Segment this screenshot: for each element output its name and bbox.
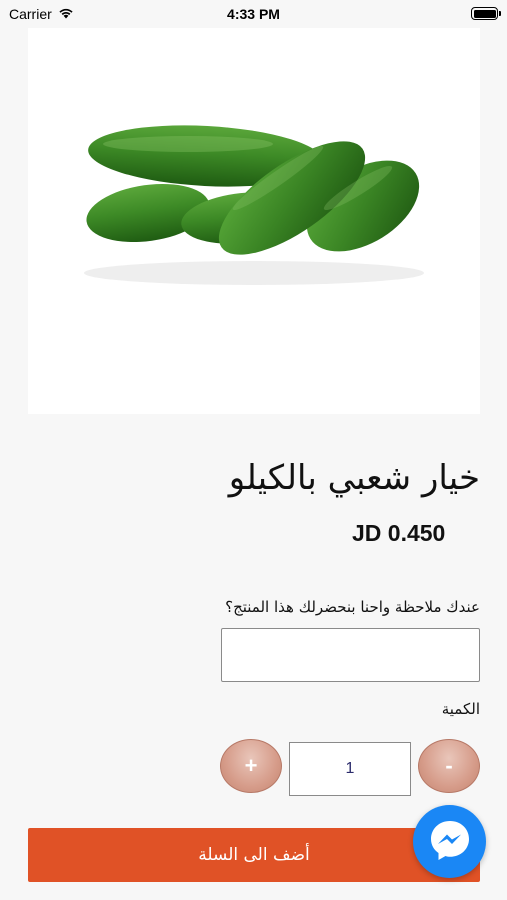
add-to-cart-label: أضف الى السلة [198,845,310,865]
note-input[interactable] [221,628,480,682]
cucumbers-photo [84,125,424,285]
add-to-cart-button[interactable]: أضف الى السلة [28,828,480,882]
product-price: JD 0.450 [352,520,446,546]
product-image [28,28,480,414]
quantity-label: الكمية [441,700,480,718]
note-label: عندك ملاحظة واحنا بنحضرلك هذا المنتج؟ [225,598,480,616]
quantity-increase-button[interactable]: + [220,739,282,793]
status-bar: Carrier 4:33 PM [0,0,507,28]
battery-icon [471,7,501,20]
status-time: 4:33 PM [227,6,280,22]
messenger-icon [427,817,473,867]
messenger-button[interactable] [413,805,486,878]
quantity-field[interactable]: 1 [289,742,411,796]
quantity-decrease-button[interactable]: - [418,739,480,793]
product-title: خيار شعبي بالكيلو [228,458,480,498]
